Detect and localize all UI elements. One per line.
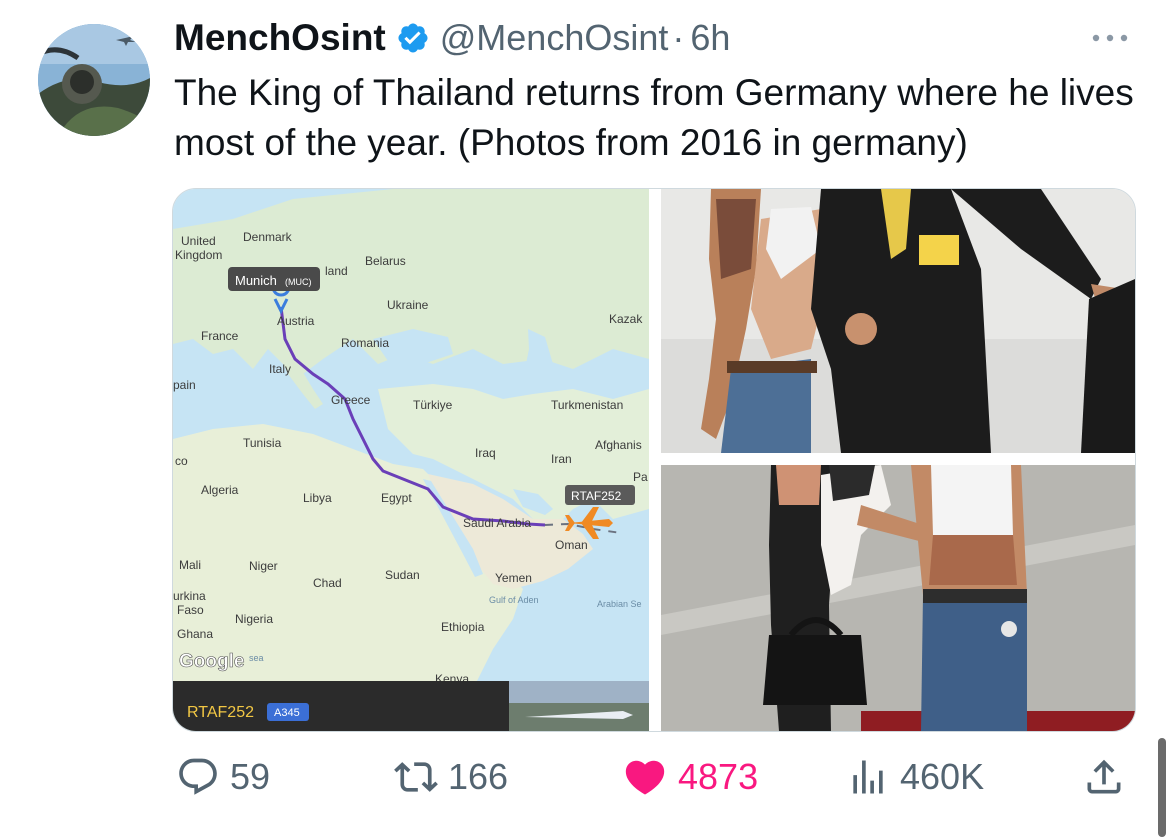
map-label-belarus: Belarus <box>365 254 406 268</box>
photo-top-right[interactable] <box>661 189 1135 453</box>
map-label-pakistan: Pa <box>633 470 648 484</box>
map-label-united-kingdom-2: Kingdom <box>175 248 222 262</box>
author-handle[interactable]: @MenchOsint <box>440 17 669 59</box>
map-label-kazakhstan: Kazak <box>609 312 643 326</box>
origin-label: Munich <box>235 273 277 288</box>
photo-bottom-right[interactable] <box>661 465 1135 731</box>
tweet-header: MenchOsint @MenchOsint · 6h <box>174 16 730 60</box>
map-label-united-kingdom-1: United <box>181 234 216 248</box>
flight-map: Munich (MUC) RTAF252 United Kingdom Denm… <box>173 189 649 731</box>
map-label-yemen: Yemen <box>495 571 532 585</box>
flight-label: RTAF252 <box>571 489 622 503</box>
like-count: 4873 <box>678 756 759 797</box>
meta-separator: · <box>672 17 685 58</box>
map-label-burkina-1: urkina <box>173 589 206 603</box>
repost-button[interactable]: 166 <box>394 752 508 802</box>
views-chart-icon <box>853 760 883 794</box>
avatar-image <box>38 24 150 136</box>
map-label-iran: Iran <box>551 452 572 466</box>
author-name[interactable]: MenchOsint <box>174 17 386 59</box>
views-count: 460K <box>900 756 985 797</box>
reply-icon <box>179 758 217 795</box>
page-scrollbar[interactable] <box>1158 738 1166 837</box>
map-label-nigeria: Nigeria <box>235 612 273 626</box>
flight-bar-aircraft: A345 <box>274 707 300 719</box>
map-label-mali: Mali <box>179 558 201 572</box>
heart-icon <box>625 760 665 795</box>
map-label-algeria: Algeria <box>201 483 239 497</box>
media-grid: Munich (MUC) RTAF252 United Kingdom Denm… <box>172 188 1136 732</box>
photo-tattooed-man-with-aide <box>661 189 1135 453</box>
map-label-romania: Romania <box>341 336 389 350</box>
map-label-oman: Oman <box>555 538 588 552</box>
map-label-morocco: co <box>175 454 188 468</box>
tweet-text: The King of Thailand returns from German… <box>174 72 1134 163</box>
verified-badge-icon <box>396 21 430 55</box>
map-label-ukraine: Ukraine <box>387 298 429 312</box>
map-label-sea: sea <box>249 653 264 663</box>
flight-bar-callsign: RTAF252 <box>187 704 254 721</box>
map-label-tunisia: Tunisia <box>243 436 282 450</box>
origin-code: (MUC) <box>285 277 312 287</box>
tweet-time[interactable]: 6h <box>690 17 730 59</box>
map-label-greece: Greece <box>331 393 371 407</box>
repost-count: 166 <box>448 756 509 797</box>
google-logo: Google <box>179 651 244 672</box>
more-options-button[interactable] <box>1090 30 1130 51</box>
views-button[interactable]: 460K <box>846 752 984 802</box>
map-label-austria: Austria <box>277 314 315 328</box>
map-label-ghana: Ghana <box>177 627 213 641</box>
map-label-ethiopia: Ethiopia <box>441 620 485 634</box>
share-button[interactable] <box>1082 752 1126 802</box>
map-label-niger: Niger <box>249 559 278 573</box>
map-label-chad: Chad <box>313 576 342 590</box>
photo-man-woman-with-dog <box>661 465 1135 731</box>
map-label-burkina-2: Faso <box>177 603 204 617</box>
map-label-italy: Italy <box>269 362 291 376</box>
map-label-turkmenistan: Turkmenistan <box>551 398 623 412</box>
more-dots-icon <box>1092 34 1128 42</box>
map-label-gulf-of-aden: Gulf of Aden <box>489 595 539 605</box>
author-avatar[interactable] <box>38 24 150 136</box>
repost-icon <box>394 762 438 792</box>
map-label-spain: pain <box>173 378 196 392</box>
map-label-saudi-arabia: Saudi Arabia <box>463 516 531 530</box>
map-label-france: France <box>201 329 239 343</box>
share-icon <box>1087 759 1121 794</box>
map-label-iraq: Iraq <box>475 446 496 460</box>
like-button[interactable]: 4873 <box>622 752 758 802</box>
map-label-turkiye: Türkiye <box>413 398 453 412</box>
reply-count: 59 <box>230 756 271 797</box>
map-label-sudan: Sudan <box>385 568 420 582</box>
map-label-libya: Libya <box>303 491 332 505</box>
reply-button[interactable]: 59 <box>176 752 270 802</box>
map-label-egypt: Egypt <box>381 491 412 505</box>
map-label-poland: land <box>325 264 348 278</box>
map-label-arabian-sea: Arabian Se <box>597 599 642 609</box>
flight-map-image[interactable]: Munich (MUC) RTAF252 United Kingdom Denm… <box>173 189 649 731</box>
map-label-afghanistan: Afghanis <box>595 438 642 452</box>
map-label-denmark: Denmark <box>243 230 293 244</box>
